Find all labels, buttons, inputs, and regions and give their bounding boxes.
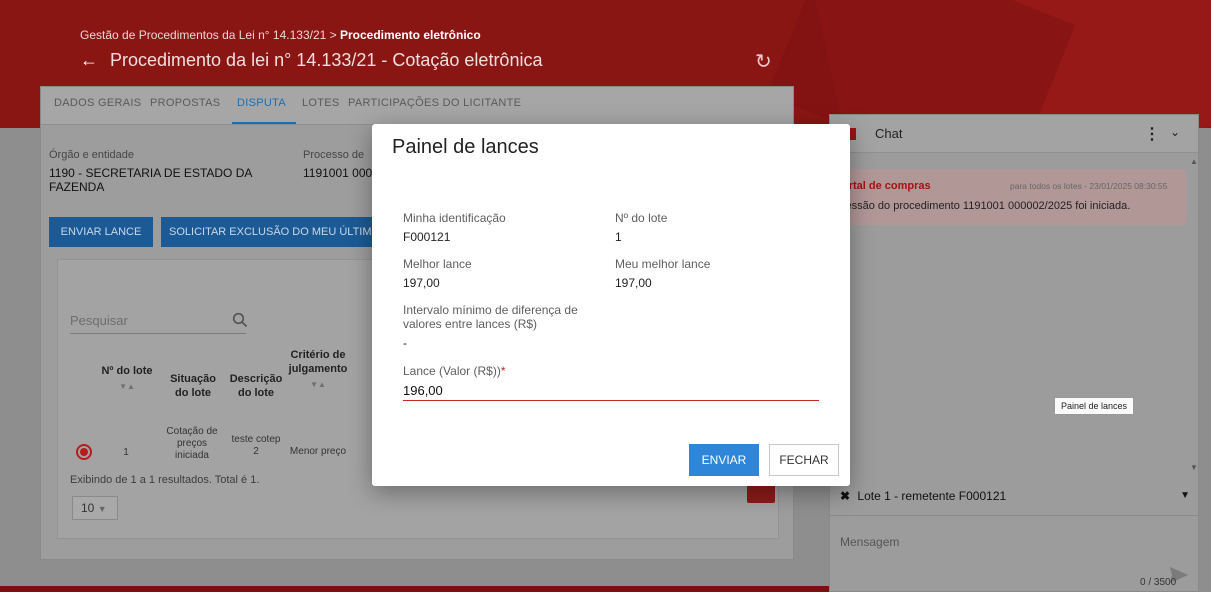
- cell-criterio: Menor preço: [289, 446, 347, 457]
- results-summary: Exibindo de 1 a 1 resultados. Total é 1.: [70, 474, 260, 486]
- meu-melhor-lance-label: Meu melhor lance: [615, 257, 711, 271]
- tab-lotes[interactable]: LOTES: [302, 97, 340, 109]
- solicitar-exclusao-button[interactable]: SOLICITAR EXCLUSÃO DO MEU ÚLTIMO: [161, 217, 375, 247]
- chevron-down-icon[interactable]: ⌄: [1170, 125, 1180, 139]
- lote-recipient-select[interactable]: ✖ Lote 1 - remetente F000121 ▼: [840, 483, 1190, 509]
- cell-descricao: teste cotep 2: [231, 434, 281, 457]
- chat-message: ortal de compras para todos os lotes - 2…: [830, 169, 1186, 225]
- intervalo-minimo-value: -: [403, 336, 407, 350]
- lote-select-value: Lote 1 - remetente F000121: [857, 489, 1007, 503]
- fechar-button[interactable]: FECHAR: [769, 444, 839, 476]
- lance-label: Lance (Valor (R$))*: [403, 364, 506, 378]
- footer-strip: [0, 586, 829, 592]
- page-title: ← Procedimento da lei n° 14.133/21 - Cot…: [80, 50, 542, 71]
- chat-header: Chat ⋮ ⌄: [830, 115, 1198, 153]
- tab-dados-gerais[interactable]: DADOS GERAIS: [54, 97, 141, 109]
- page-title-text: Procedimento da lei n° 14.133/21 - Cotaç…: [110, 50, 543, 70]
- scroll-down-icon[interactable]: ▼: [1190, 463, 1198, 472]
- numero-lote-label: Nº do lote: [615, 211, 668, 225]
- search-input[interactable]: [70, 308, 246, 334]
- chevron-down-icon: ▼: [1180, 490, 1190, 501]
- breadcrumb-current: Procedimento eletrônico: [339, 28, 481, 42]
- refresh-icon[interactable]: ↻: [755, 49, 772, 74]
- orgao-label: Órgão e entidade: [49, 149, 135, 161]
- tab-disputa[interactable]: DISPUTA: [237, 97, 286, 109]
- numero-lote-value: 1: [615, 230, 622, 244]
- meu-melhor-lance-value: 197,00: [615, 276, 652, 290]
- column-header-situacao[interactable]: Situação do lote: [164, 372, 222, 400]
- message-sender: ortal de compras: [842, 180, 931, 192]
- sort-icon[interactable]: ▼▲: [98, 380, 156, 394]
- breadcrumb-parent[interactable]: Gestão de Procedimentos da Lei n° 14.133…: [80, 28, 337, 42]
- search-icon[interactable]: [232, 312, 248, 328]
- chat-title: Chat: [875, 126, 903, 141]
- back-arrow-icon[interactable]: ←: [80, 50, 98, 71]
- chat-scrollbar[interactable]: ▲ ▼: [1190, 157, 1198, 475]
- column-header-descricao[interactable]: Descrição do lote: [228, 372, 284, 400]
- message-meta: para todos os lotes - 23/01/2025 08:30:5…: [1010, 181, 1168, 191]
- painel-lances-dialog: Painel de lances Minha identificação F00…: [372, 124, 850, 486]
- column-header-numero[interactable]: Nº do lote ▼▲: [98, 364, 156, 394]
- minha-identificacao-value: F000121: [403, 230, 451, 244]
- minha-identificacao-label: Minha identificação: [403, 211, 506, 225]
- processo-label: Processo de: [303, 149, 365, 161]
- page-size-select[interactable]: 10 ▼: [72, 496, 118, 520]
- active-tab-indicator: [232, 122, 296, 124]
- header-decoration: [766, 0, 1076, 128]
- enviar-button[interactable]: ENVIAR: [689, 444, 759, 476]
- required-marker: *: [500, 364, 506, 378]
- tab-propostas[interactable]: PROPOSTAS: [150, 97, 220, 109]
- column-header-criterio[interactable]: Critério de julgamento ▼▲: [288, 348, 348, 392]
- cell-situacao: Cotação de preços iniciada: [166, 426, 218, 461]
- divider: [830, 515, 1198, 516]
- more-vert-icon[interactable]: ⋮: [1144, 124, 1160, 144]
- orgao-value: 1190 - SECRETARIA DE ESTADO DA FAZENDA: [49, 166, 252, 194]
- melhor-lance-value: 197,00: [403, 276, 440, 290]
- lance-input[interactable]: [403, 381, 819, 401]
- breadcrumb: Gestão de Procedimentos da Lei n° 14.133…: [80, 28, 481, 42]
- melhor-lance-label: Melhor lance: [403, 257, 472, 271]
- intervalo-minimo-label: Intervalo mínimo de diferença de valores…: [403, 303, 578, 331]
- enviar-lance-button[interactable]: ENVIAR LANCE: [49, 217, 153, 247]
- tooltip-painel-lances: Painel de lances: [1054, 397, 1135, 415]
- row-select-radio[interactable]: [76, 444, 92, 460]
- tab-participacoes[interactable]: PARTICIPAÇÕES DO LICITANTE: [348, 97, 521, 109]
- close-icon[interactable]: ✖: [840, 489, 850, 503]
- tab-bar: DADOS GERAIS PROPOSTAS DISPUTA LOTES PAR…: [41, 87, 793, 125]
- message-text: sessão do procedimento 1191001 000002/20…: [840, 200, 1131, 212]
- processo-value: 1191001 000: [303, 166, 373, 180]
- dialog-title: Painel de lances: [392, 136, 539, 158]
- chat-message-input[interactable]: [840, 529, 1160, 555]
- chevron-down-icon: ▼: [97, 504, 107, 514]
- chat-panel: Chat ⋮ ⌄ ortal de compras para todos os …: [829, 114, 1199, 592]
- sort-icon[interactable]: ▼▲: [288, 378, 348, 392]
- scroll-up-icon[interactable]: ▲: [1190, 157, 1198, 166]
- cell-numero: 1: [123, 447, 129, 458]
- character-counter: 0 / 3500: [1140, 577, 1177, 588]
